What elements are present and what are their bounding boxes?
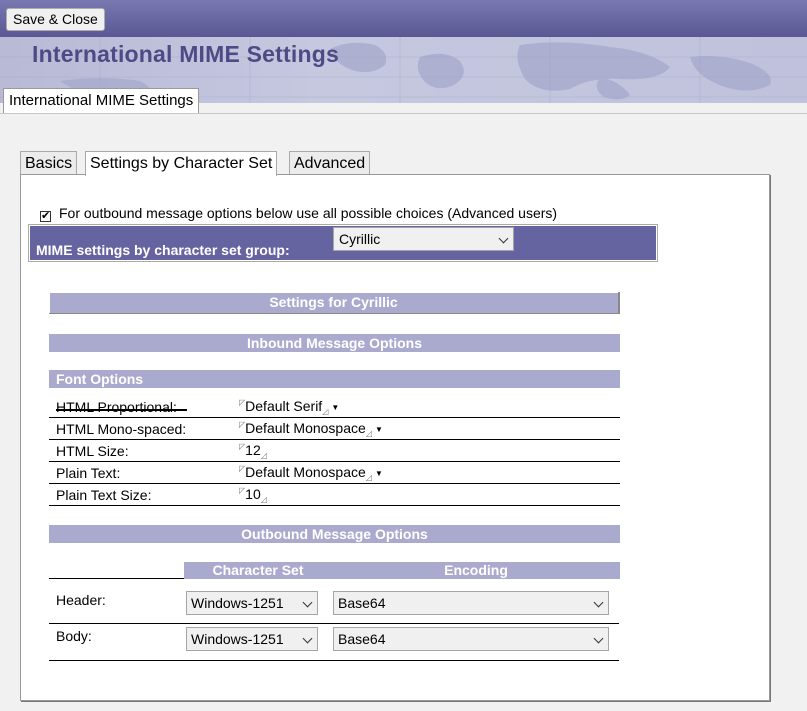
- body-charset-select[interactable]: Windows-1251: [186, 627, 318, 651]
- inbound-options-header: Inbound Message Options: [49, 334, 620, 352]
- mime-settings-window: Save & Close International MIME Settings…: [0, 0, 807, 711]
- advanced-choices-checkbox[interactable]: ✔: [40, 211, 51, 222]
- font-row-label: HTML Proportional:: [56, 399, 177, 415]
- section-title: Settings for Cyrillic: [49, 292, 620, 314]
- col-header-character-set: Character Set: [184, 562, 332, 579]
- chevron-down-icon: [593, 633, 604, 644]
- save-and-close-button[interactable]: Save & Close: [6, 8, 105, 31]
- col-header-encoding: Encoding: [332, 562, 620, 579]
- font-row-value[interactable]: ◸10◿: [239, 486, 267, 504]
- chevron-down-icon: [593, 597, 604, 608]
- font-row-value[interactable]: ◸Default Monospace◿ ▼: [239, 464, 383, 482]
- font-options-header: Font Options: [49, 370, 620, 388]
- tab-advanced[interactable]: Advanced: [289, 151, 371, 175]
- action-bar: Save & Close: [0, 0, 807, 37]
- divider: [0, 113, 807, 114]
- header-charset-select[interactable]: Windows-1251: [186, 591, 318, 615]
- chevron-down-icon: [498, 233, 509, 244]
- dropdown-arrow-icon: ▼: [374, 425, 383, 434]
- tab-settings-by-character-set[interactable]: Settings by Character Set: [85, 151, 278, 176]
- advanced-choices-label: For outbound message options below use a…: [59, 205, 558, 221]
- font-row-plain-text-size: Plain Text Size: ◸10◿: [49, 484, 620, 506]
- tab-international-mime-settings[interactable]: International MIME Settings: [3, 88, 200, 114]
- font-row-html-monospaced: HTML Mono-spaced: ◸Default Monospace◿ ▼: [49, 418, 620, 440]
- focus-underline: [56, 409, 187, 411]
- charset-group-value: Cyrillic: [339, 231, 381, 247]
- font-row-label: Plain Text:: [56, 465, 121, 481]
- divider: [49, 660, 619, 661]
- chevron-down-icon: [302, 633, 313, 644]
- font-row-value[interactable]: ◸Default Monospace◿ ▼: [239, 420, 383, 438]
- font-row-value[interactable]: ◸Default Serif◿ ▼: [239, 398, 339, 416]
- font-row-value[interactable]: ◸12◿: [239, 442, 267, 460]
- outbound-row-label-body: Body:: [56, 628, 92, 644]
- font-row-label: Plain Text Size:: [56, 487, 152, 503]
- font-row-html-size: HTML Size: ◸12◿: [49, 440, 620, 462]
- advanced-choices-option: ✔ For outbound message options below use …: [40, 205, 557, 222]
- header-encoding-select[interactable]: Base64: [333, 591, 609, 615]
- outbound-options-header: Outbound Message Options: [49, 525, 620, 543]
- divider: [49, 623, 619, 624]
- font-row-html-proportional: HTML Proportional: ◸Default Serif◿ ▼: [49, 396, 620, 418]
- divider: [49, 578, 184, 579]
- dropdown-arrow-icon: ▼: [331, 403, 340, 412]
- body-encoding-select[interactable]: Base64: [333, 627, 609, 651]
- page-title: International MIME Settings: [32, 41, 339, 67]
- font-row-plain-text: Plain Text: ◸Default Monospace◿ ▼: [49, 462, 620, 484]
- chevron-down-icon: [302, 597, 313, 608]
- tab-basics[interactable]: Basics: [20, 151, 78, 175]
- dropdown-arrow-icon: ▼: [374, 469, 383, 478]
- font-row-label: HTML Mono-spaced:: [56, 421, 187, 437]
- font-row-label: HTML Size:: [56, 443, 129, 459]
- charset-group-label: MIME settings by character set group:: [36, 242, 290, 258]
- outbound-row-label-header: Header:: [56, 592, 106, 608]
- charset-group-select[interactable]: Cyrillic: [333, 227, 514, 251]
